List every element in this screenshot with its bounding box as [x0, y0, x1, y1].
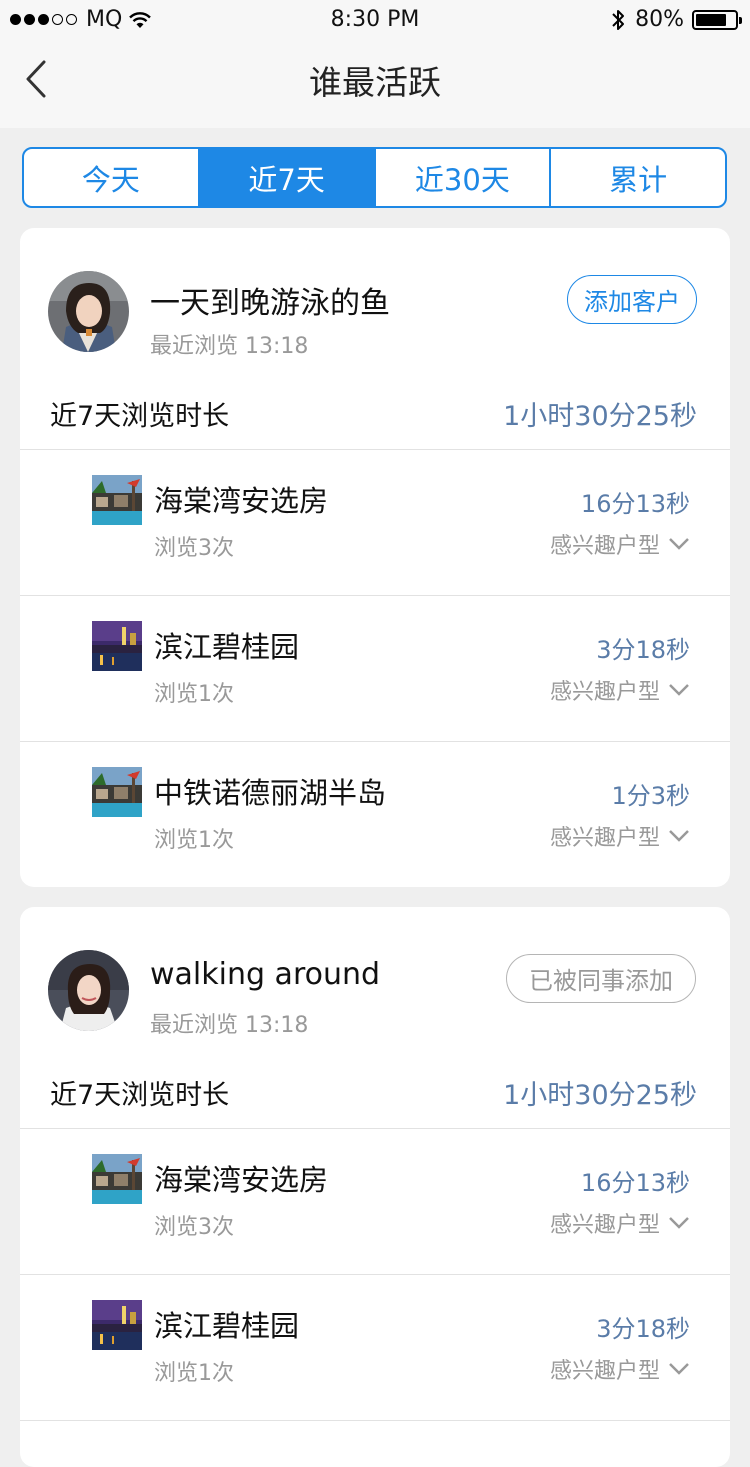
property-thumbnail [92, 1154, 142, 1204]
property-row[interactable]: 中铁诺德丽湖半岛 浏览1次 1分3秒 感兴趣户型 [20, 742, 730, 887]
interest-label: 感兴趣户型 [549, 534, 660, 559]
property-row[interactable]: 滨江碧桂园 浏览1次 3分18秒 感兴趣户型 [20, 596, 730, 741]
status-bar: MQ 8:30 PM 80% [0, 0, 750, 40]
interest-label: 感兴趣户型 [549, 1213, 660, 1238]
property-views: 浏览1次 [154, 1361, 234, 1386]
property-thumbnail [92, 767, 142, 817]
duration-value: 1小时30分25秒 [503, 401, 697, 432]
avatar-image [48, 271, 129, 352]
chevron-down-icon [669, 1363, 689, 1375]
property-time: 16分13秒 [580, 490, 690, 518]
duration-value: 1小时30分25秒 [503, 1080, 697, 1111]
divider [20, 1420, 730, 1421]
avatar[interactable] [48, 271, 129, 352]
avatar[interactable] [48, 950, 129, 1031]
property-name: 滨江碧桂园 [154, 1309, 300, 1343]
property-thumbnail [92, 621, 142, 671]
property-views: 浏览1次 [154, 828, 234, 853]
recent-view-time: 最近浏览 13:18 [150, 1013, 309, 1038]
chevron-down-icon [669, 830, 689, 842]
interest-label: 感兴趣户型 [549, 680, 660, 705]
interest-label: 感兴趣户型 [549, 1359, 660, 1384]
add-customer-button[interactable]: 添加客户 [567, 275, 697, 324]
interest-label: 感兴趣户型 [549, 826, 660, 851]
tab-7-days[interactable]: 近7天 [199, 149, 376, 206]
property-row[interactable]: 海棠湾安选房 浏览3次 16分13秒 感兴趣户型 [20, 1129, 730, 1274]
time-range-tabs: 今天 近7天 近30天 累计 [22, 147, 727, 208]
property-name: 中铁诺德丽湖半岛 [154, 776, 387, 810]
interest-dropdown[interactable]: 感兴趣户型 [550, 674, 690, 706]
customer-name: walking around [150, 957, 381, 992]
property-time: 16分13秒 [580, 1169, 690, 1197]
chevron-down-icon [669, 684, 689, 696]
property-views: 浏览1次 [154, 682, 234, 707]
duration-label: 近7天浏览时长 [50, 1080, 230, 1111]
added-by-colleague-badge: 已被同事添加 [506, 954, 696, 1003]
page-title: 谁最活跃 [309, 63, 441, 102]
chevron-down-icon [669, 538, 689, 550]
battery-percent: 80% [635, 7, 684, 32]
customer-card: 一天到晚游泳的鱼 最近浏览 13:18 添加客户 近7天浏览时长 1小时30分2… [20, 228, 730, 887]
tab-30-days[interactable]: 近30天 [376, 149, 552, 206]
property-name: 海棠湾安选房 [154, 484, 329, 518]
chevron-down-icon [669, 1217, 689, 1229]
property-thumbnail [92, 1300, 142, 1350]
interest-dropdown[interactable]: 感兴趣户型 [550, 820, 690, 852]
duration-label: 近7天浏览时长 [50, 401, 230, 432]
interest-dropdown[interactable]: 感兴趣户型 [550, 1207, 690, 1239]
battery-fill [696, 13, 727, 26]
navigation-bar: 谁最活跃 [0, 40, 750, 128]
property-time: 3分18秒 [596, 636, 690, 664]
status-right: 80% [611, 7, 742, 32]
interest-dropdown[interactable]: 感兴趣户型 [550, 528, 690, 560]
property-row[interactable]: 海棠湾安选房 浏览3次 16分13秒 感兴趣户型 [20, 450, 730, 595]
property-views: 浏览3次 [154, 1215, 234, 1240]
customer-name: 一天到晚游泳的鱼 [150, 286, 390, 321]
battery-icon [692, 9, 742, 30]
property-row[interactable]: 滨江碧桂园 浏览1次 3分18秒 感兴趣户型 [20, 1275, 730, 1420]
property-time: 3分18秒 [596, 1315, 690, 1343]
property-views: 浏览3次 [154, 536, 234, 561]
tab-today[interactable]: 今天 [24, 149, 200, 206]
interest-dropdown[interactable]: 感兴趣户型 [550, 1353, 690, 1385]
recent-view-time: 最近浏览 13:18 [150, 334, 309, 359]
bluetooth-icon [612, 9, 625, 30]
property-thumbnail [92, 475, 142, 525]
tab-total[interactable]: 累计 [551, 149, 725, 206]
property-time: 1分3秒 [611, 782, 690, 810]
avatar-image [48, 950, 129, 1031]
property-name: 海棠湾安选房 [154, 1163, 329, 1197]
property-name: 滨江碧桂园 [154, 630, 300, 664]
customer-card: walking around 最近浏览 13:18 已被同事添加 近7天浏览时长… [20, 907, 730, 1467]
